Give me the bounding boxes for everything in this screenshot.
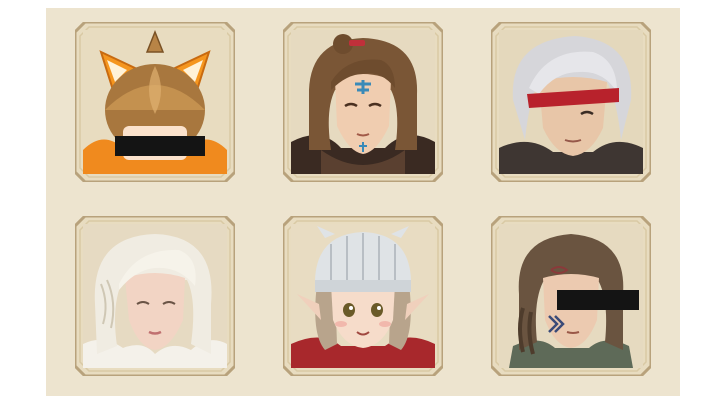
character-card-3[interactable] bbox=[491, 22, 651, 182]
platinum-braided-woman-portrait bbox=[83, 224, 227, 368]
character-card-4[interactable] bbox=[75, 216, 235, 376]
character-select-panel bbox=[46, 8, 680, 396]
silver-haired-eyepatch-man-portrait bbox=[499, 30, 643, 174]
knit-hat-elf-girl-portrait bbox=[291, 224, 435, 368]
censor-bar bbox=[557, 290, 639, 310]
character-card-2[interactable] bbox=[283, 22, 443, 182]
character-card-6[interactable] bbox=[491, 216, 651, 376]
censor-bar bbox=[115, 136, 205, 156]
character-card-1[interactable] bbox=[75, 22, 235, 182]
brown-haired-tattooed-man-portrait bbox=[291, 30, 435, 174]
character-card-5[interactable] bbox=[283, 216, 443, 376]
